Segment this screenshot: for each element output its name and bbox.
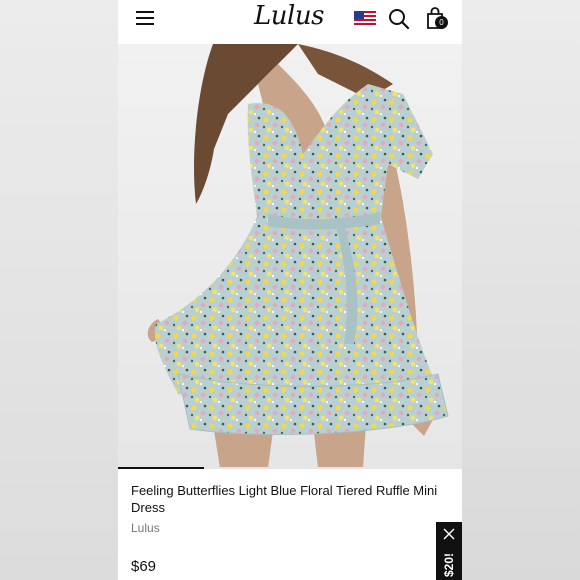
promo-tab[interactable]: $20! bbox=[436, 522, 462, 580]
product-image[interactable] bbox=[118, 44, 462, 468]
image-carousel-progress bbox=[118, 467, 462, 469]
site-logo[interactable]: Lulus bbox=[254, 1, 324, 31]
promo-label: $20! bbox=[442, 552, 456, 578]
mobile-page: Lulus 0 Feeling Butterflies Light Blue F… bbox=[118, 0, 462, 580]
us-flag-icon[interactable] bbox=[354, 11, 376, 27]
background-right bbox=[462, 0, 580, 580]
site-header: Lulus 0 bbox=[118, 0, 462, 44]
hamburger-menu-icon[interactable] bbox=[136, 11, 154, 25]
close-icon[interactable] bbox=[443, 528, 455, 540]
cart-count-badge: 0 bbox=[435, 16, 448, 29]
background-left bbox=[0, 0, 118, 580]
search-icon[interactable] bbox=[388, 8, 410, 30]
product-title: Feeling Butterflies Light Blue Floral Ti… bbox=[131, 483, 438, 515]
product-price: $69 bbox=[131, 558, 157, 575]
model-in-dress-image bbox=[147, 44, 449, 468]
product-brand[interactable]: Lulus bbox=[131, 521, 160, 535]
carousel-progress-fill bbox=[118, 467, 204, 469]
